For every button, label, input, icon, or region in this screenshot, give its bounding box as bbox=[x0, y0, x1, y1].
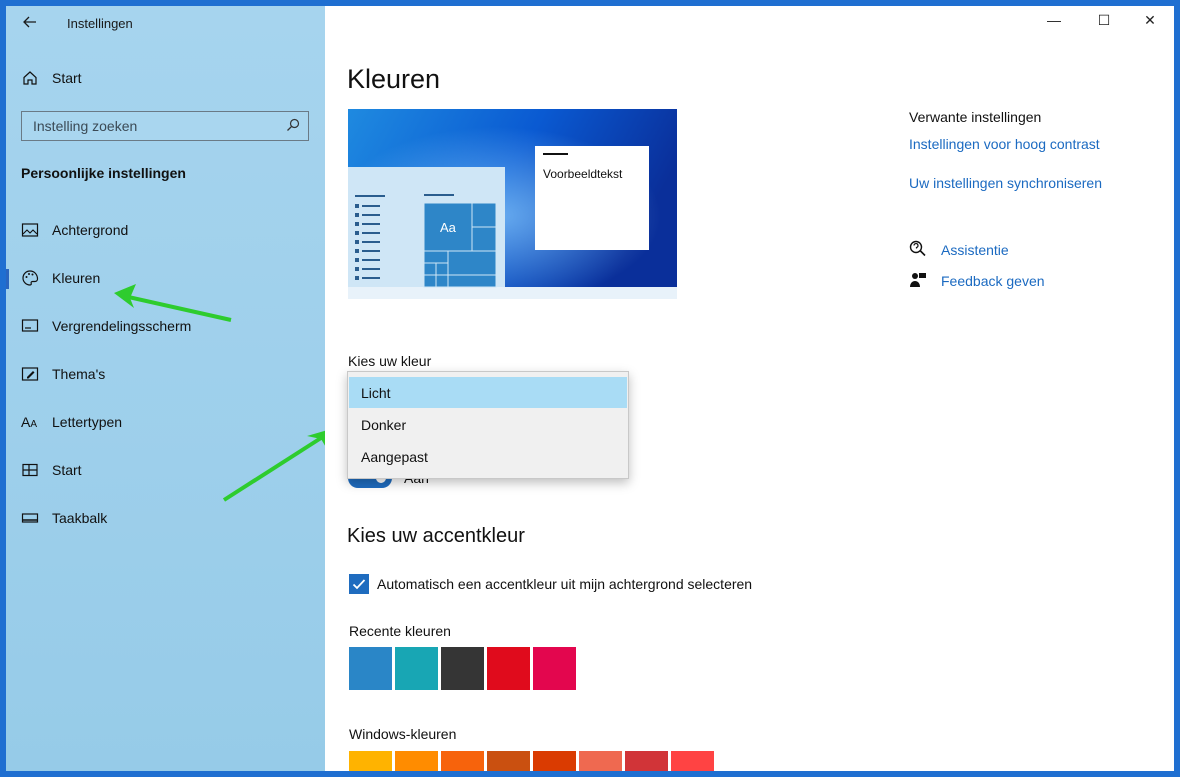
sidebar-item-achtergrond[interactable]: Achtergrond bbox=[6, 211, 325, 251]
high-contrast-link[interactable]: Instellingen voor hoog contrast bbox=[909, 136, 1100, 152]
auto-accent-checkbox[interactable] bbox=[349, 574, 369, 594]
sidebar-item-home[interactable]: Start bbox=[6, 59, 325, 99]
lockscreen-icon bbox=[21, 317, 41, 337]
recent-colors-label: Recente kleuren bbox=[349, 623, 451, 639]
sidebar-item-label: Start bbox=[52, 70, 82, 86]
home-icon bbox=[21, 69, 41, 89]
theme-brush-icon bbox=[21, 365, 41, 385]
settings-window: Instellingen Start Instelling zoeken Per… bbox=[6, 6, 1174, 771]
option-label: Aangepast bbox=[361, 449, 428, 465]
sidebar-item-label: Achtergrond bbox=[52, 222, 129, 238]
selection-indicator bbox=[6, 269, 9, 289]
preview-image bbox=[348, 109, 677, 299]
windows-color-swatch[interactable] bbox=[625, 751, 668, 771]
font-icon: AA bbox=[21, 414, 38, 430]
search-input[interactable]: Instelling zoeken bbox=[21, 111, 309, 141]
sidebar: Instellingen Start Instelling zoeken Per… bbox=[6, 6, 338, 771]
back-arrow-icon[interactable] bbox=[22, 14, 46, 38]
chat-help-icon bbox=[909, 240, 927, 263]
recent-color-swatch[interactable] bbox=[395, 647, 438, 690]
recent-color-swatch[interactable] bbox=[349, 647, 392, 690]
related-settings-heading: Verwante instellingen bbox=[909, 109, 1042, 125]
checkmark-icon bbox=[352, 579, 366, 590]
sidebar-item-themas[interactable]: Thema's bbox=[6, 355, 325, 395]
search-icon[interactable] bbox=[286, 118, 300, 137]
option-label: Licht bbox=[361, 385, 391, 401]
theme-preview: Aa Voorbeeldtekst bbox=[348, 109, 677, 299]
sync-settings-link[interactable]: Uw instellingen synchroniseren bbox=[909, 175, 1102, 191]
dropdown-option-licht[interactable]: Licht bbox=[349, 377, 627, 408]
windows-color-swatch[interactable] bbox=[487, 751, 530, 771]
windows-color-swatch[interactable] bbox=[533, 751, 576, 771]
color-mode-dropdown[interactable]: Licht Donker Aangepast bbox=[347, 371, 629, 479]
sidebar-item-label: Thema's bbox=[52, 366, 106, 382]
sidebar-item-label: Kleuren bbox=[52, 270, 101, 286]
choose-color-label: Kies uw kleur bbox=[348, 353, 432, 369]
recent-color-swatch[interactable] bbox=[533, 647, 576, 690]
recent-color-swatch[interactable] bbox=[487, 647, 530, 690]
sidebar-item-label: Start bbox=[52, 462, 82, 478]
recent-color-swatch[interactable] bbox=[441, 647, 484, 690]
search-placeholder: Instelling zoeken bbox=[33, 118, 138, 134]
main-content: — ☐ ✕ Kleuren Aa Voorbeeldtekst Kies uw … bbox=[325, 6, 1174, 771]
windows-colors-label: Windows-kleuren bbox=[349, 726, 457, 742]
page-title: Kleuren bbox=[347, 64, 441, 94]
section-title: Persoonlijke instellingen bbox=[21, 165, 186, 181]
dropdown-option-donker[interactable]: Donker bbox=[349, 409, 627, 440]
auto-accent-label: Automatisch een accentkleur uit mijn ach… bbox=[377, 576, 753, 592]
feedback-icon bbox=[909, 271, 927, 294]
feedback-link[interactable]: Feedback geven bbox=[941, 273, 1045, 289]
close-button[interactable]: ✕ bbox=[1135, 12, 1165, 36]
dropdown-option-aangepast[interactable]: Aangepast bbox=[349, 441, 627, 472]
palette-icon bbox=[21, 269, 41, 289]
app-title: Instellingen bbox=[67, 16, 133, 31]
windows-color-swatch[interactable] bbox=[671, 751, 714, 771]
windows-color-swatch[interactable] bbox=[395, 751, 438, 771]
windows-color-swatch[interactable] bbox=[349, 751, 392, 771]
start-grid-icon bbox=[21, 461, 41, 481]
annotation-arrow-icon bbox=[114, 284, 232, 322]
maximize-button[interactable]: ☐ bbox=[1089, 12, 1119, 36]
sidebar-item-label: Lettertypen bbox=[52, 414, 123, 430]
preview-sample-text: Voorbeeldtekst bbox=[543, 167, 623, 181]
recent-colors-row bbox=[349, 647, 589, 692]
sidebar-item-label: Taakbalk bbox=[52, 510, 108, 526]
windows-color-swatch[interactable] bbox=[441, 751, 484, 771]
preview-tile-label: Aa bbox=[440, 220, 456, 235]
taskbar-icon bbox=[21, 509, 41, 529]
help-link[interactable]: Assistentie bbox=[941, 242, 1009, 258]
option-label: Donker bbox=[361, 417, 407, 433]
minimize-button[interactable]: — bbox=[1039, 12, 1069, 36]
accent-heading: Kies uw accentkleur bbox=[347, 525, 525, 547]
windows-colors-row bbox=[349, 751, 729, 771]
image-icon bbox=[21, 221, 41, 241]
windows-color-swatch[interactable] bbox=[579, 751, 622, 771]
